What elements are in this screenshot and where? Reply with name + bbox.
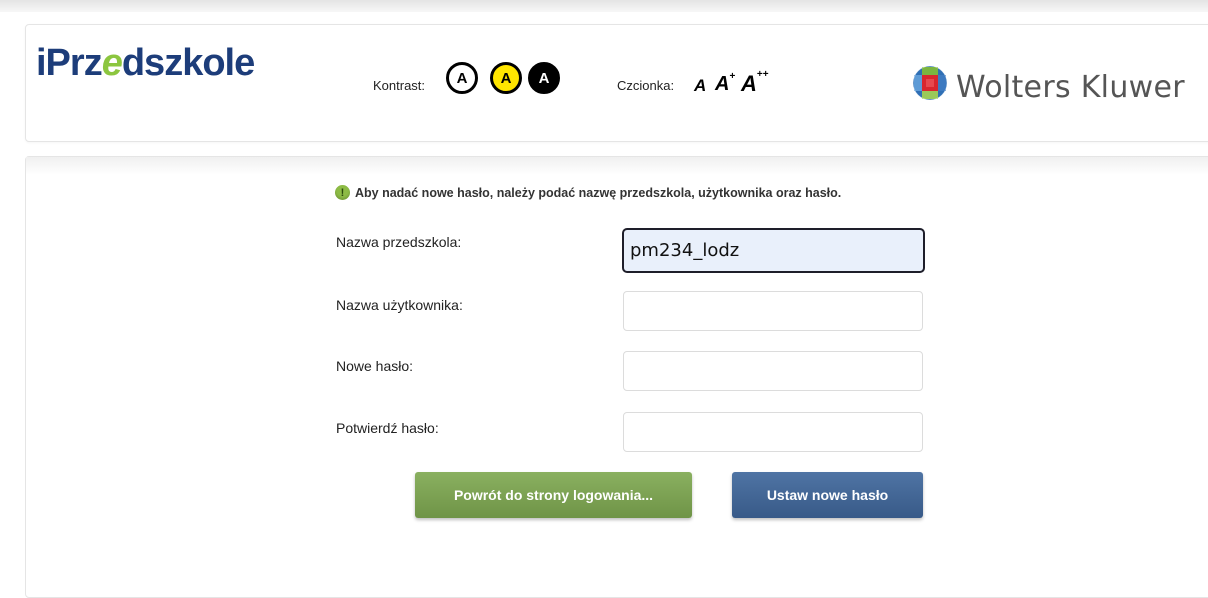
username-input[interactable]	[623, 291, 923, 331]
panel-top-shadow	[26, 157, 1208, 175]
info-icon: !	[335, 185, 350, 200]
kindergarten-name-label: Nazwa przedszkola:	[336, 234, 462, 250]
info-text: Aby nadać nowe hasło, należy podać nazwę…	[355, 185, 842, 200]
new-password-label: Nowe hasło:	[336, 358, 414, 374]
font-size-normal-button[interactable]: A	[694, 76, 706, 96]
new-password-input[interactable]	[623, 351, 923, 391]
wolters-kluwer-logo-icon	[912, 65, 948, 101]
font-size-large-button[interactable]: A+	[715, 71, 735, 96]
contrast-dark-button[interactable]: A	[528, 62, 560, 94]
form-panel	[25, 156, 1208, 598]
font-size-xlarge-button[interactable]: A++	[741, 69, 769, 97]
font-size-label: Czcionka:	[617, 78, 675, 93]
confirm-password-label: Potwierdź hasło:	[336, 420, 439, 436]
confirm-password-input[interactable]	[623, 412, 923, 452]
username-label: Nazwa użytkownika:	[336, 297, 463, 313]
set-new-password-button[interactable]: Ustaw nowe hasło	[732, 472, 923, 518]
info-message: ! Aby nadać nowe hasło, należy podać naz…	[335, 185, 841, 200]
top-shadow	[0, 0, 1208, 12]
kindergarten-name-input[interactable]	[622, 228, 925, 273]
back-to-login-button[interactable]: Powrót do strony logowania...	[415, 472, 692, 518]
brand-name: Wolters Kluwer	[956, 70, 1185, 105]
contrast-label: Kontrast:	[373, 78, 426, 93]
contrast-yellow-button[interactable]: A	[490, 62, 522, 94]
app-logo[interactable]: iPrzedszkole	[36, 44, 255, 82]
contrast-normal-button[interactable]: A	[446, 62, 478, 94]
